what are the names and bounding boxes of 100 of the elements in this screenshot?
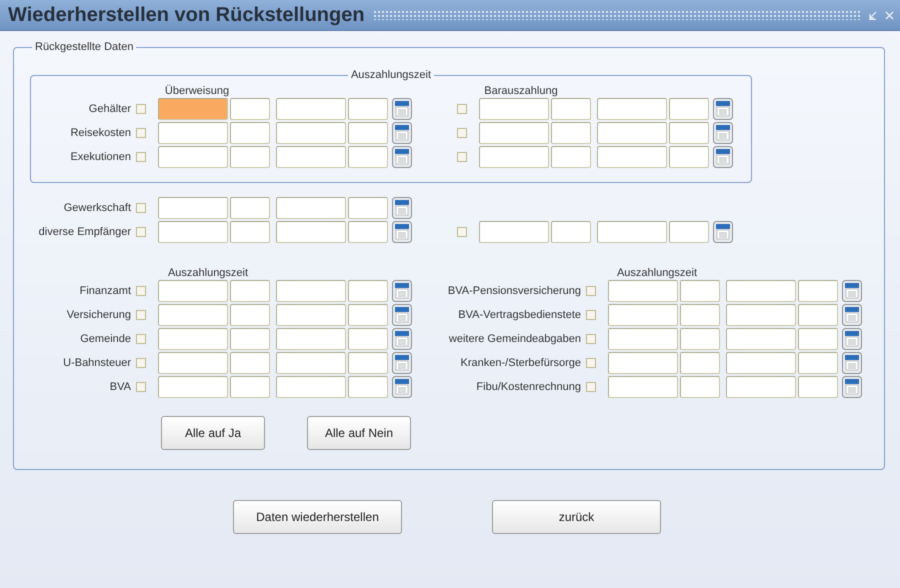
input-field[interactable] <box>798 352 838 374</box>
calendar-button[interactable] <box>392 304 412 326</box>
input-field[interactable] <box>551 98 591 120</box>
calendar-button[interactable] <box>713 98 733 120</box>
input-field[interactable] <box>348 221 388 243</box>
calendar-button[interactable] <box>392 221 412 243</box>
input-field[interactable] <box>726 304 796 326</box>
checkbox[interactable] <box>457 104 467 114</box>
input-field[interactable] <box>608 352 678 374</box>
input-field[interactable] <box>669 122 709 144</box>
input-field[interactable] <box>680 352 720 374</box>
checkbox[interactable] <box>136 286 146 296</box>
checkbox[interactable] <box>586 286 596 296</box>
calendar-button[interactable] <box>392 328 412 350</box>
panel-button[interactable]: Alle auf Ja <box>161 416 265 450</box>
input-field[interactable] <box>276 280 346 302</box>
calendar-button[interactable] <box>713 122 733 144</box>
panel-button[interactable]: Alle auf Nein <box>307 416 411 450</box>
input-field[interactable] <box>348 146 388 168</box>
dialog-button[interactable]: Daten wiederherstellen <box>233 500 402 534</box>
input-field[interactable] <box>608 280 678 302</box>
input-field[interactable] <box>798 376 838 398</box>
input-field[interactable] <box>348 280 388 302</box>
input-field[interactable] <box>230 221 270 243</box>
checkbox[interactable] <box>586 382 596 392</box>
input-field[interactable] <box>348 98 388 120</box>
input-field[interactable] <box>230 280 270 302</box>
input-field[interactable] <box>158 352 228 374</box>
input-field[interactable] <box>479 146 549 168</box>
input-field[interactable] <box>230 304 270 326</box>
calendar-button[interactable] <box>392 146 412 168</box>
input-field[interactable] <box>158 146 228 168</box>
input-field[interactable] <box>276 146 346 168</box>
input-field[interactable] <box>348 376 388 398</box>
checkbox[interactable] <box>586 334 596 344</box>
calendar-button[interactable] <box>842 352 862 374</box>
input-field[interactable] <box>669 221 709 243</box>
input-field[interactable] <box>551 221 591 243</box>
input-field[interactable] <box>608 328 678 350</box>
calendar-button[interactable] <box>842 376 862 398</box>
input-field[interactable] <box>348 197 388 219</box>
input-field[interactable] <box>158 98 228 120</box>
input-field[interactable] <box>479 221 549 243</box>
checkbox[interactable] <box>136 310 146 320</box>
input-field[interactable] <box>798 328 838 350</box>
input-field[interactable] <box>726 280 796 302</box>
input-field[interactable] <box>158 376 228 398</box>
input-field[interactable] <box>230 197 270 219</box>
input-field[interactable] <box>276 328 346 350</box>
input-field[interactable] <box>158 328 228 350</box>
input-field[interactable] <box>230 328 270 350</box>
checkbox[interactable] <box>136 128 146 138</box>
input-field[interactable] <box>230 376 270 398</box>
input-field[interactable] <box>158 221 228 243</box>
input-field[interactable] <box>479 98 549 120</box>
input-field[interactable] <box>158 197 228 219</box>
input-field[interactable] <box>230 98 270 120</box>
input-field[interactable] <box>479 122 549 144</box>
checkbox[interactable] <box>586 310 596 320</box>
close-icon[interactable] <box>885 10 894 20</box>
input-field[interactable] <box>158 280 228 302</box>
input-field[interactable] <box>348 328 388 350</box>
checkbox[interactable] <box>136 152 146 162</box>
input-field[interactable] <box>551 122 591 144</box>
checkbox[interactable] <box>136 358 146 368</box>
input-field[interactable] <box>597 122 667 144</box>
input-field[interactable] <box>276 304 346 326</box>
checkbox[interactable] <box>457 227 467 237</box>
input-field[interactable] <box>597 221 667 243</box>
input-field[interactable] <box>680 304 720 326</box>
input-field[interactable] <box>276 122 346 144</box>
calendar-button[interactable] <box>392 197 412 219</box>
calendar-button[interactable] <box>392 122 412 144</box>
input-field[interactable] <box>230 122 270 144</box>
calendar-button[interactable] <box>713 221 733 243</box>
input-field[interactable] <box>608 376 678 398</box>
input-field[interactable] <box>597 98 667 120</box>
checkbox[interactable] <box>136 227 146 237</box>
input-field[interactable] <box>597 146 667 168</box>
input-field[interactable] <box>669 146 709 168</box>
input-field[interactable] <box>680 280 720 302</box>
input-field[interactable] <box>669 98 709 120</box>
calendar-button[interactable] <box>842 328 862 350</box>
checkbox[interactable] <box>136 104 146 114</box>
input-field[interactable] <box>276 352 346 374</box>
checkbox[interactable] <box>136 382 146 392</box>
minimize-icon[interactable] <box>868 10 877 20</box>
calendar-button[interactable] <box>392 98 412 120</box>
input-field[interactable] <box>276 376 346 398</box>
checkbox[interactable] <box>586 358 596 368</box>
input-field[interactable] <box>551 146 591 168</box>
input-field[interactable] <box>348 304 388 326</box>
checkbox[interactable] <box>457 152 467 162</box>
calendar-button[interactable] <box>713 146 733 168</box>
input-field[interactable] <box>276 221 346 243</box>
calendar-button[interactable] <box>392 280 412 302</box>
input-field[interactable] <box>798 304 838 326</box>
input-field[interactable] <box>608 304 678 326</box>
input-field[interactable] <box>680 328 720 350</box>
input-field[interactable] <box>230 352 270 374</box>
